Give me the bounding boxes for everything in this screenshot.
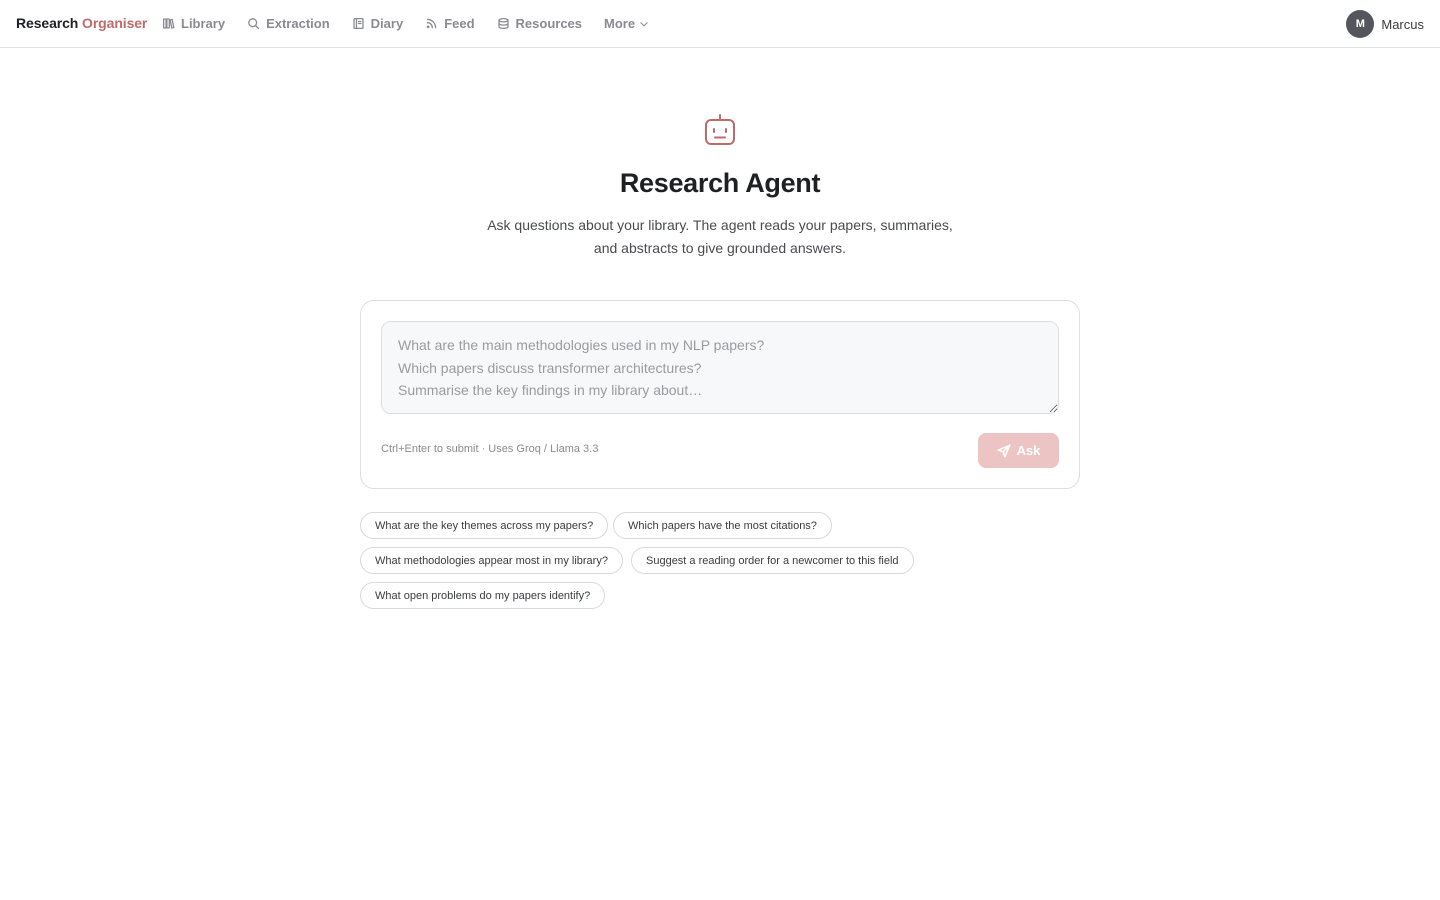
ask-card: Ctrl+Enter to submit · Uses Groq / Llama… (360, 300, 1080, 489)
search-icon (248, 18, 260, 30)
app-logo[interactable]: Research Organiser (16, 15, 147, 31)
notebook-icon (353, 17, 364, 30)
suggestion-chip[interactable]: Suggest a reading order for a newcomer t… (631, 547, 914, 574)
nav-item-label: Extraction (266, 16, 330, 31)
page-title: Research Agent (619, 168, 821, 198)
subtitle-line-1: Ask questions about your library. The ag… (487, 217, 953, 233)
robot-icon (702, 112, 738, 148)
books-icon (162, 18, 175, 29)
ask-button-label: Ask (1016, 443, 1041, 458)
user-menu[interactable]: M Marcus (1346, 10, 1424, 38)
top-navbar: Research Organiser Library Extraction Di… (0, 0, 1440, 48)
suggestion-chip[interactable]: What methodologies appear most in my lib… (360, 547, 623, 574)
nav-item-label: Feed (444, 16, 475, 31)
layers-icon (497, 17, 509, 30)
nav-item-library[interactable]: Library (162, 0, 225, 47)
subtitle-line-2: and abstracts to give grounded answers. (593, 240, 847, 256)
rss-icon (426, 18, 437, 29)
suggestion-chip[interactable]: What are the key themes across my papers… (360, 512, 609, 539)
main-nav: Library Extraction Diary Feed Resources … (162, 0, 671, 47)
chevron-down-icon (640, 21, 648, 26)
nav-item-label: Resources (515, 16, 583, 31)
ask-button[interactable]: Ask (978, 433, 1059, 468)
nav-item-label: Diary (370, 16, 404, 31)
suggestion-chip[interactable]: Which papers have the most citations? (613, 512, 832, 539)
user-name: Marcus (1381, 16, 1424, 32)
nav-more-label: More (604, 16, 636, 31)
page-subtitle: Ask questions about your library. The ag… (470, 214, 970, 260)
nav-item-resources[interactable]: Resources (497, 0, 582, 47)
suggestion-chip[interactable]: What open problems do my papers identify… (360, 582, 606, 609)
nav-more-dropdown[interactable]: More (604, 0, 649, 47)
nav-item-label: Library (181, 16, 226, 31)
send-icon (997, 444, 1011, 457)
brand-name-part2: Organiser (82, 15, 148, 31)
avatar: M (1346, 10, 1375, 38)
nav-item-extraction[interactable]: Extraction (247, 0, 330, 47)
question-input[interactable] (381, 321, 1059, 414)
nav-item-diary[interactable]: Diary (352, 0, 404, 47)
brand-name-part1: Research (16, 15, 79, 31)
nav-item-feed[interactable]: Feed (425, 0, 475, 47)
submit-hint: Ctrl+Enter to submit · Uses Groq / Llama… (381, 443, 599, 455)
